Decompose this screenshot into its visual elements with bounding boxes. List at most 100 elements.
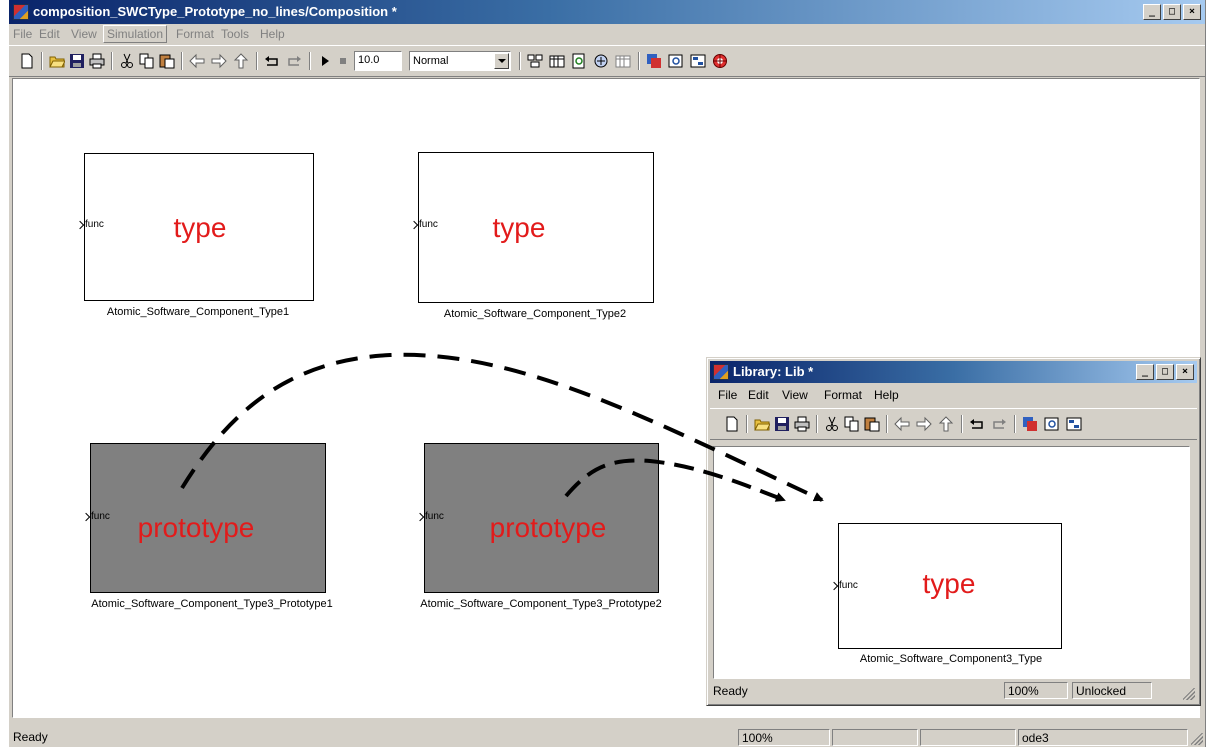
status-solver: ode3 — [1018, 729, 1188, 746]
save-icon[interactable] — [69, 53, 85, 69]
prototype-annotation: prototype — [137, 512, 255, 543]
stop-icon[interactable] — [335, 53, 351, 69]
undo-icon[interactable] — [969, 416, 985, 432]
menu-edit[interactable]: Edit — [748, 388, 769, 402]
simulink-icon[interactable] — [646, 53, 662, 69]
close-button[interactable]: × — [1176, 364, 1194, 380]
back-icon[interactable] — [894, 416, 910, 432]
block-name-proto2[interactable]: Atomic_Software_Component_Type3_Prototyp… — [420, 598, 662, 610]
maximize-button[interactable]: □ — [1156, 364, 1174, 380]
up-icon[interactable] — [233, 53, 249, 69]
menu-tools[interactable]: Tools — [221, 27, 249, 41]
new-icon[interactable] — [19, 53, 35, 69]
cut-icon[interactable] — [824, 416, 840, 432]
update-icon[interactable] — [571, 53, 587, 69]
main-toolbar: 10.0 Normal — [9, 45, 1205, 77]
back-icon[interactable] — [189, 53, 205, 69]
maximize-button[interactable]: □ — [1163, 4, 1181, 20]
print-icon[interactable] — [89, 53, 105, 69]
library-statusbar: Ready 100% Unlocked — [710, 680, 1197, 702]
menu-file[interactable]: File — [718, 388, 737, 402]
port-label: func — [425, 511, 444, 522]
block-name-type1[interactable]: Atomic_Software_Component_Type1 — [107, 306, 289, 318]
block-name-proto1[interactable]: Atomic_Software_Component_Type3_Prototyp… — [91, 598, 333, 610]
input-port[interactable]: func — [409, 219, 438, 230]
target-icon[interactable] — [712, 53, 728, 69]
menu-file[interactable]: File — [13, 27, 32, 41]
inspect-icon[interactable] — [1044, 416, 1060, 432]
prototype-annotation: prototype — [489, 512, 607, 543]
status-text: Ready — [13, 730, 48, 744]
minimize-button[interactable]: _ — [1143, 4, 1161, 20]
library-titlebar[interactable]: Library: Lib * _ □ × — [710, 361, 1197, 383]
redo-icon[interactable] — [991, 416, 1007, 432]
block-name-type2[interactable]: Atomic_Software_Component_Type2 — [444, 308, 626, 320]
library-browser-icon[interactable] — [549, 53, 565, 69]
simulink-icon[interactable] — [1022, 416, 1038, 432]
library-canvas[interactable]: func type Atomic_Software_Component3_Typ… — [713, 446, 1190, 679]
type-annotation: type — [173, 212, 227, 243]
print-icon[interactable] — [794, 416, 810, 432]
resize-grip[interactable] — [1183, 688, 1195, 700]
play-icon[interactable] — [317, 53, 333, 69]
library-toolbar — [710, 408, 1197, 440]
undo-icon[interactable] — [264, 53, 280, 69]
copy-icon[interactable] — [844, 416, 860, 432]
menu-format[interactable]: Format — [176, 27, 214, 41]
main-titlebar[interactable]: composition_SWCType_Prototype_no_lines/C… — [9, 0, 1205, 24]
menu-help[interactable]: Help — [874, 388, 899, 402]
open-icon[interactable] — [754, 416, 770, 432]
status-zoom: 100% — [1004, 682, 1068, 699]
paste-icon[interactable] — [159, 53, 175, 69]
type-annotation: type — [922, 568, 976, 599]
menu-view[interactable]: View — [782, 388, 808, 402]
block-library-type[interactable]: func type — [829, 523, 1062, 649]
library-menubar: File Edit View Format Help — [710, 385, 1197, 405]
block-type2[interactable]: func type — [409, 152, 654, 303]
block-name-library-type[interactable]: Atomic_Software_Component3_Type — [860, 653, 1042, 665]
redo-icon[interactable] — [286, 53, 302, 69]
input-port[interactable]: func — [829, 580, 858, 591]
diagram-icon[interactable] — [1066, 416, 1082, 432]
cut-icon[interactable] — [119, 53, 135, 69]
library-window: Library: Lib * _ □ × File Edit View Form… — [706, 357, 1201, 706]
save-icon[interactable] — [774, 416, 790, 432]
port-label: func — [91, 511, 110, 522]
input-port[interactable]: func — [81, 511, 110, 522]
status-zoom: 100% — [738, 729, 830, 746]
menu-format[interactable]: Format — [824, 388, 862, 402]
status-text: Ready — [713, 684, 748, 698]
diagram-icon[interactable] — [690, 53, 706, 69]
minimize-button[interactable]: _ — [1136, 364, 1154, 380]
menu-edit[interactable]: Edit — [39, 27, 60, 41]
close-button[interactable]: × — [1183, 4, 1201, 20]
status-cell-empty-1 — [832, 729, 918, 746]
model-explorer-icon[interactable] — [593, 53, 609, 69]
build-icon[interactable] — [527, 53, 543, 69]
port-label: func — [839, 580, 858, 591]
input-port[interactable]: func — [415, 511, 444, 522]
menu-simulation[interactable]: Simulation — [103, 25, 168, 43]
library-window-title: Library: Lib * — [733, 364, 814, 379]
block-proto2[interactable]: func prototype — [415, 443, 659, 593]
copy-icon[interactable] — [139, 53, 155, 69]
input-port[interactable]: func — [75, 219, 104, 230]
inspect-icon[interactable] — [668, 53, 684, 69]
forward-icon[interactable] — [916, 416, 932, 432]
port-label: func — [419, 219, 438, 230]
up-icon[interactable] — [938, 416, 954, 432]
debugger-icon[interactable] — [615, 53, 631, 69]
block-proto1[interactable]: func prototype — [81, 443, 326, 593]
status-cell-empty-2 — [920, 729, 1016, 746]
block-type1[interactable]: func type — [75, 153, 314, 301]
new-icon[interactable] — [724, 416, 740, 432]
paste-icon[interactable] — [864, 416, 880, 432]
simulation-mode-select[interactable]: Normal — [409, 51, 511, 71]
open-icon[interactable] — [49, 53, 65, 69]
menu-view[interactable]: View — [71, 27, 97, 41]
resize-grip[interactable] — [1191, 733, 1203, 745]
forward-icon[interactable] — [211, 53, 227, 69]
chevron-down-icon[interactable] — [494, 53, 509, 69]
stop-time-input[interactable]: 10.0 — [354, 51, 402, 71]
menu-help[interactable]: Help — [260, 27, 285, 41]
